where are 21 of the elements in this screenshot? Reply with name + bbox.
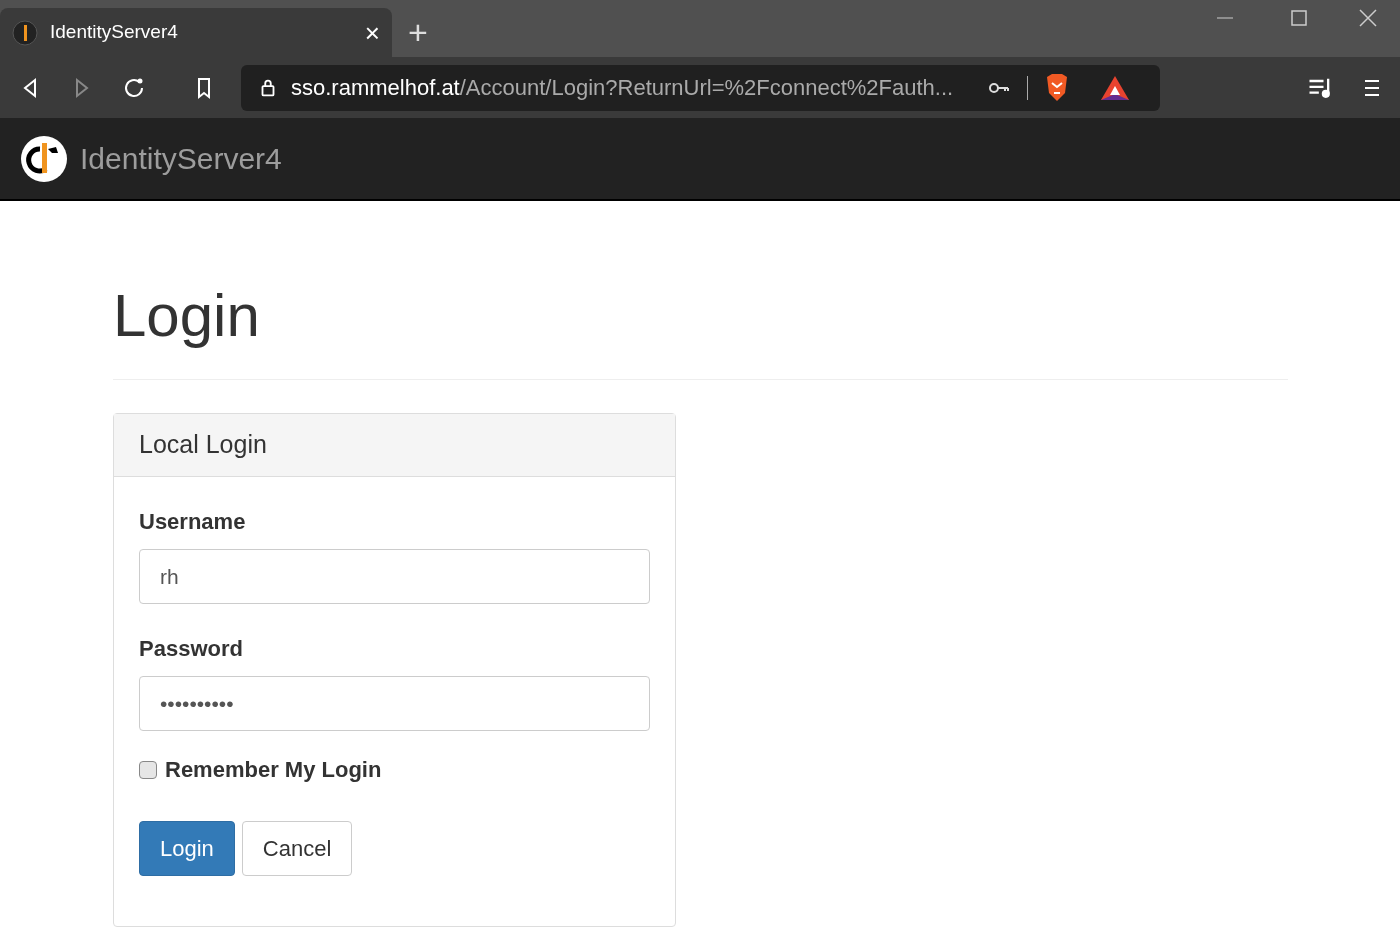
url-text: sso.rammelhof.at/Account/Login?ReturnUrl=%2Fconnect%2Fauth... (291, 74, 955, 102)
input-field[interactable]: •••••••••• (139, 676, 650, 731)
field-label: Password (139, 635, 244, 663)
logo-icon (12, 19, 38, 46)
field-label: Username (139, 508, 247, 536)
address-bar[interactable]: sso.rammelhof.at/Account/Login?ReturnUrl=%2Fconnect%2Fauth... (241, 64, 1160, 111)
checkbox-label: Remember My Login (165, 756, 382, 784)
close-tab-button[interactable]: × (364, 19, 380, 46)
browser-tab[interactable]: IdentityServer4 × (0, 8, 392, 57)
cancel-button[interactable]: Cancel (241, 821, 353, 876)
login-button[interactable]: Login (139, 821, 235, 876)
triangle-icon[interactable] (1100, 74, 1130, 101)
page-title: Login (113, 283, 261, 349)
navbar-brand[interactable]: IdentityServer4 (80, 136, 282, 181)
logo-icon (20, 134, 68, 183)
checkbox[interactable] (139, 760, 157, 779)
lion-icon[interactable] (1044, 72, 1070, 103)
input-field[interactable]: rh (139, 549, 650, 604)
new-tab-button[interactable]: + (408, 15, 428, 49)
tab-title: IdentityServer4 (50, 20, 179, 45)
panel-heading: Local Login (139, 429, 267, 461)
